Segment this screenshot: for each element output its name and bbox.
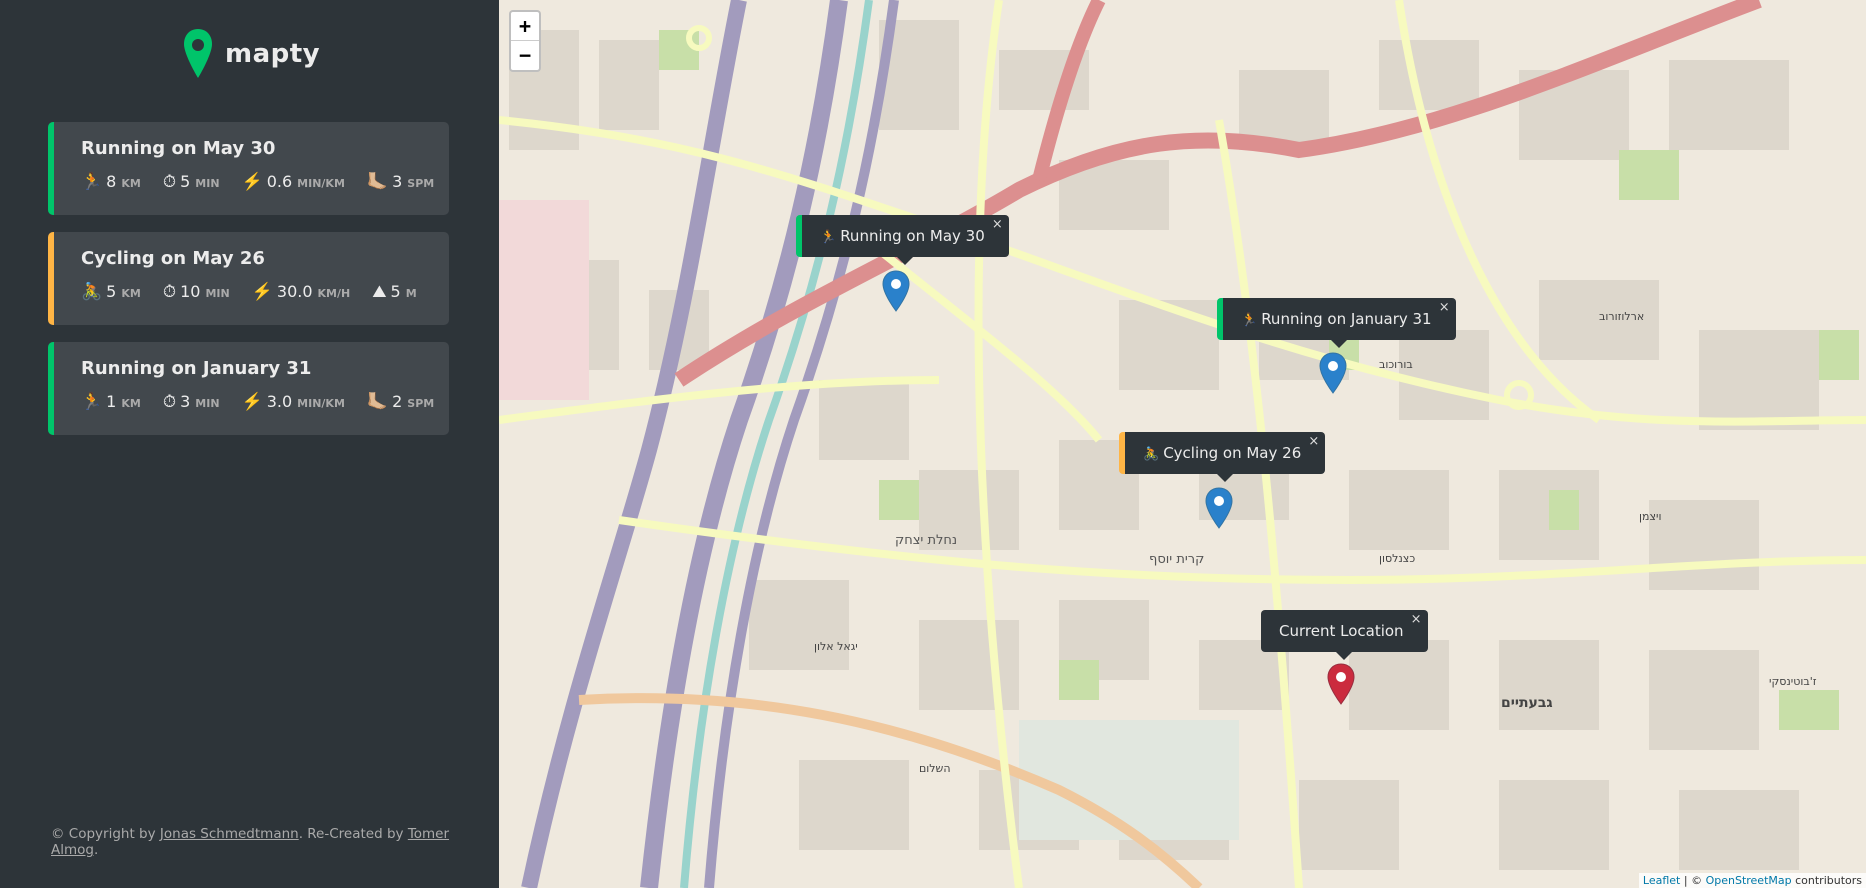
workout-cadence: 🦶🏼 2 spm xyxy=(366,392,435,412)
runner-icon: 🏃 xyxy=(1241,313,1258,328)
map-label: ויצמן xyxy=(1639,510,1662,523)
popup-label: Running on January 31 xyxy=(1261,310,1432,328)
map-label: ארלוזורוב xyxy=(1599,310,1645,323)
zoom-in-button[interactable]: + xyxy=(511,12,539,41)
map-label: יגאל אלון xyxy=(814,640,858,653)
workout-title: Running on January 31 xyxy=(81,358,312,379)
workout-elevation: ⛰ 5 m xyxy=(372,282,417,302)
map[interactable]: גבעתיים נחלת יצחק קרית יוסף כצנלסון ויצמ… xyxy=(499,0,1866,888)
popup-close-button[interactable]: × xyxy=(1439,300,1450,315)
zoom-out-button[interactable]: − xyxy=(511,41,539,70)
foot-icon: 🦶🏼 xyxy=(366,172,389,192)
workout-pace: ⚡️ 3.0 min/km xyxy=(241,392,345,412)
workout-item[interactable]: Running on January 31 🏃 1 km ⏱ 3 min ⚡️ … xyxy=(48,342,449,435)
sidebar: mapty Running on May 30 🏃 8 km ⏱ 5 min ⚡… xyxy=(0,0,499,888)
workout-popup[interactable]: 🏃 Running on May 30 × xyxy=(796,215,1009,265)
workout-popup[interactable]: 🚴 Cycling on May 26 × xyxy=(1119,432,1326,482)
map-label: קרית יוסף xyxy=(1149,552,1205,567)
workout-speed: ⚡️ 30.0 km/h xyxy=(251,282,351,302)
workout-item[interactable]: Running on May 30 🏃 8 km ⏱ 5 min ⚡️ 0.6 … xyxy=(48,122,449,215)
workout-duration: ⏱ 3 min xyxy=(162,392,220,412)
zoom-control: + − xyxy=(509,10,541,72)
popup-label: Running on May 30 xyxy=(840,227,985,245)
workout-distance: 🏃 1 km xyxy=(81,392,141,412)
stopwatch-icon: ⏱ xyxy=(162,392,177,412)
current-location-popup[interactable]: Current Location × xyxy=(1261,610,1428,660)
author-link[interactable]: Jonas Schmedtmann xyxy=(160,826,299,842)
map-marker-icon[interactable] xyxy=(1319,352,1347,394)
popup-label: Cycling on May 26 xyxy=(1163,444,1302,462)
workout-pace: ⚡️ 0.6 min/km xyxy=(241,172,345,192)
leaflet-link[interactable]: Leaflet xyxy=(1643,874,1680,887)
map-label: בורוכוב xyxy=(1379,358,1413,371)
map-pin-logo-icon xyxy=(184,29,212,78)
workout-cadence: 🦶🏼 3 spm xyxy=(366,172,435,192)
workout-item[interactable]: Cycling on May 26 🚴 5 km ⏱ 10 min ⚡️ 30.… xyxy=(48,232,449,325)
cyclist-icon: 🚴 xyxy=(81,282,103,302)
runner-icon: 🏃 xyxy=(81,172,103,192)
workout-duration: ⏱ 10 min xyxy=(162,282,230,302)
map-label: גבעתיים xyxy=(1501,695,1553,711)
popup-close-button[interactable]: × xyxy=(992,217,1003,232)
map-attribution: Leaflet | © OpenStreetMap contributors xyxy=(1638,873,1866,888)
foot-icon: 🦶🏼 xyxy=(366,392,389,412)
lightning-icon: ⚡️ xyxy=(251,282,273,302)
map-marker-icon[interactable] xyxy=(882,270,910,312)
current-location-marker-icon[interactable] xyxy=(1327,663,1355,705)
map-label: ז'בוטינסקי xyxy=(1769,675,1817,688)
popup-close-button[interactable]: × xyxy=(1411,612,1422,627)
runner-icon: 🏃 xyxy=(820,230,837,245)
workout-distance: 🏃 8 km xyxy=(81,172,141,192)
osm-link[interactable]: OpenStreetMap xyxy=(1706,874,1792,887)
lightning-icon: ⚡️ xyxy=(241,172,263,192)
workout-duration: ⏱ 5 min xyxy=(162,172,220,192)
logo: mapty xyxy=(183,28,320,80)
popup-label: Current Location xyxy=(1279,622,1404,640)
runner-icon: 🏃 xyxy=(81,392,103,412)
copyright: © Copyright by Jonas Schmedtmann. Re-Cre… xyxy=(51,826,450,858)
map-label: השלום xyxy=(919,762,951,775)
map-label: כצנלסון xyxy=(1379,552,1416,565)
workout-popup[interactable]: 🏃 Running on January 31 × xyxy=(1217,298,1456,348)
mountain-icon: ⛰ xyxy=(372,282,387,302)
map-label: נחלת יצחק xyxy=(895,533,958,548)
workout-title: Running on May 30 xyxy=(81,138,276,159)
cyclist-icon: 🚴 xyxy=(1143,447,1160,462)
map-marker-icon[interactable] xyxy=(1205,487,1233,529)
workout-title: Cycling on May 26 xyxy=(81,248,265,269)
stopwatch-icon: ⏱ xyxy=(162,172,177,192)
popup-close-button[interactable]: × xyxy=(1308,434,1319,449)
lightning-icon: ⚡️ xyxy=(241,392,263,412)
stopwatch-icon: ⏱ xyxy=(162,282,177,302)
logo-text: mapty xyxy=(225,39,321,69)
workout-distance: 🚴 5 km xyxy=(81,282,141,302)
